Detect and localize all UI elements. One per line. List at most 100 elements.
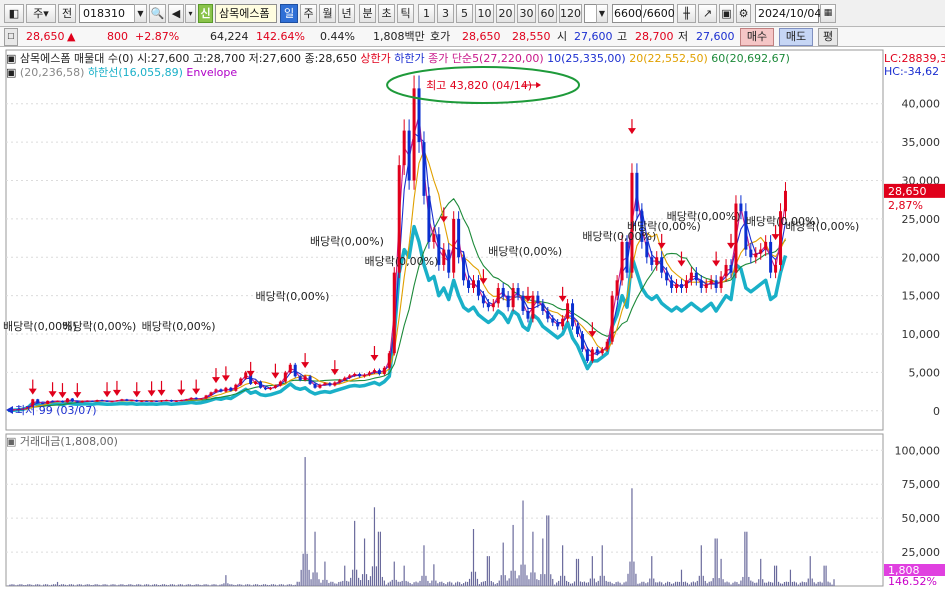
volume-bar bbox=[639, 583, 641, 586]
candle-body bbox=[684, 280, 688, 288]
volume-bar bbox=[766, 582, 768, 586]
volume-bar bbox=[760, 558, 762, 586]
tab-day[interactable]: 일 bbox=[280, 4, 298, 23]
volume-bar bbox=[50, 584, 53, 586]
interval-1[interactable]: 1 bbox=[418, 4, 435, 23]
current-price-tag-label: 28,650 bbox=[888, 185, 927, 198]
candle-body bbox=[516, 287, 520, 296]
collapse-icon[interactable]: ▣ bbox=[6, 52, 16, 65]
up-arrow-icon: ▲ bbox=[67, 30, 76, 43]
gear-icon[interactable]: ⚙ bbox=[736, 4, 751, 23]
volume-bar bbox=[94, 584, 96, 586]
volume-bar bbox=[530, 572, 532, 586]
count-input[interactable]: 6600 bbox=[612, 4, 642, 23]
candle-body bbox=[130, 400, 134, 402]
interval-5[interactable]: 5 bbox=[456, 4, 473, 23]
volume-bar bbox=[603, 575, 605, 586]
type-select[interactable]: 주▾ bbox=[26, 4, 56, 23]
volume-bar bbox=[74, 585, 76, 586]
save-icon[interactable]: ▣ bbox=[719, 4, 734, 23]
sell-button[interactable]: 매도 bbox=[779, 28, 813, 46]
tab-second[interactable]: 초 bbox=[378, 4, 395, 23]
candle-body bbox=[679, 284, 683, 288]
volume-bar bbox=[114, 584, 116, 586]
search-icon[interactable]: 🔍 bbox=[149, 4, 166, 23]
volume-bar bbox=[429, 583, 431, 586]
volume-bar bbox=[205, 584, 207, 586]
candle-body bbox=[620, 241, 624, 281]
volume-bar bbox=[320, 582, 322, 586]
candle-body bbox=[689, 272, 693, 281]
volume-bar bbox=[157, 585, 160, 586]
candle-body bbox=[729, 264, 733, 273]
volume-bar bbox=[453, 584, 455, 586]
prev-button[interactable]: 전 bbox=[58, 4, 76, 23]
interval-20[interactable]: 20 bbox=[496, 4, 515, 23]
tab-tick[interactable]: 틱 bbox=[397, 4, 414, 23]
volume-bar bbox=[15, 585, 17, 586]
candle-body bbox=[442, 249, 446, 265]
volume-bar bbox=[524, 564, 526, 586]
volume-bar bbox=[358, 577, 360, 586]
code-dropdown-icon[interactable]: ▼ bbox=[134, 4, 147, 23]
chart-settings-icon[interactable]: ◧ bbox=[4, 4, 24, 23]
volume-bar bbox=[332, 581, 334, 586]
interval-30[interactable]: 30 bbox=[517, 4, 536, 23]
volume-bar bbox=[88, 584, 90, 586]
tab-minute[interactable]: 분 bbox=[359, 4, 376, 23]
volume-bar bbox=[827, 581, 829, 586]
speaker-icon[interactable]: ◀ bbox=[168, 4, 184, 23]
buy-button[interactable]: 매수 bbox=[740, 28, 774, 46]
sound-dropdown-icon[interactable]: ▾ bbox=[185, 4, 196, 23]
volume-bar bbox=[401, 580, 403, 586]
volume-bar bbox=[669, 582, 671, 586]
candle-body bbox=[566, 303, 570, 319]
volume-bar bbox=[571, 583, 574, 586]
indicator-icon[interactable]: ↗ bbox=[698, 4, 717, 23]
tab-year[interactable]: 년 bbox=[338, 4, 355, 23]
candle-body bbox=[511, 287, 515, 308]
interval-10[interactable]: 10 bbox=[475, 4, 494, 23]
interval-60[interactable]: 60 bbox=[538, 4, 557, 23]
candle-body bbox=[169, 400, 173, 402]
date-input[interactable]: 2024/10/04 bbox=[755, 4, 821, 23]
candle-body bbox=[298, 376, 302, 381]
calendar-icon[interactable]: ▦ bbox=[820, 4, 836, 23]
volume-bar bbox=[655, 582, 657, 586]
candle-body bbox=[338, 380, 342, 383]
volume-bar bbox=[199, 584, 201, 586]
volume-bar bbox=[334, 583, 336, 586]
candle-body bbox=[199, 398, 203, 400]
candle-body bbox=[80, 400, 84, 403]
volume-bar bbox=[84, 584, 86, 586]
tab-month[interactable]: 월 bbox=[319, 4, 336, 23]
volume-bar bbox=[623, 582, 625, 586]
candle-body bbox=[481, 295, 485, 304]
dividend-label: 배당락(0,00%) bbox=[256, 290, 330, 303]
eval-button[interactable]: 평 bbox=[818, 28, 838, 46]
volume-bar bbox=[750, 580, 752, 586]
interval-120[interactable]: 120 bbox=[559, 4, 582, 23]
volume-bar bbox=[146, 584, 148, 586]
volume-bar bbox=[629, 561, 631, 586]
interval-dropdown-icon[interactable]: ▼ bbox=[596, 4, 608, 23]
volume-bar bbox=[126, 584, 128, 586]
volume-bar bbox=[278, 584, 280, 586]
volume-bar bbox=[324, 561, 326, 586]
envelope-icon[interactable]: ▣ bbox=[6, 66, 16, 79]
interval-3[interactable]: 3 bbox=[437, 4, 454, 23]
volume-collapse-icon[interactable]: ▣ bbox=[6, 435, 16, 448]
volume-bar bbox=[494, 584, 496, 586]
volume-bar bbox=[565, 580, 568, 586]
candle-body bbox=[224, 387, 228, 392]
volume-bar bbox=[684, 581, 687, 586]
volume-bar bbox=[674, 581, 677, 586]
candle-body bbox=[754, 253, 758, 258]
favorite-icon[interactable]: ☐ bbox=[4, 28, 18, 46]
tab-week[interactable]: 주 bbox=[300, 4, 317, 23]
candle-type-icon[interactable]: ╫ bbox=[677, 4, 696, 23]
volume-bar bbox=[484, 581, 486, 586]
volume-bar bbox=[290, 584, 292, 586]
legend-lower-limit: 하한가 bbox=[394, 52, 425, 65]
candle-body bbox=[244, 372, 248, 379]
